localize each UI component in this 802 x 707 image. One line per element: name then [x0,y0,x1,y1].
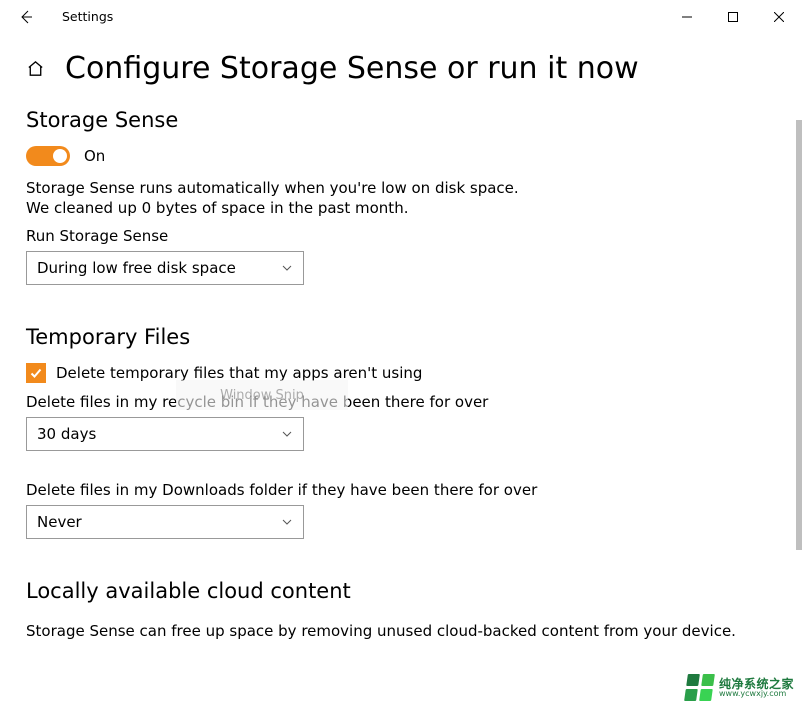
back-button[interactable] [0,0,52,33]
temporary-files-section: Temporary Files Delete temporary files t… [26,325,776,539]
watermark: 纯净系统之家 www.ycwxjy.com [686,674,794,701]
toggle-knob [53,149,67,163]
home-icon [26,59,45,78]
cloud-content-desc: Storage Sense can free up space by remov… [26,621,776,641]
storage-sense-section: Storage Sense On Storage Sense runs auto… [26,108,776,285]
page-header: Configure Storage Sense or run it now [26,51,776,86]
checkmark-icon [29,366,43,380]
cloud-content-section: Locally available cloud content Storage … [26,579,776,641]
watermark-line1: 纯净系统之家 [719,678,794,690]
back-arrow-icon [18,9,34,25]
chevron-down-icon [281,516,293,528]
storage-sense-toggle[interactable] [26,146,70,166]
titlebar: Settings [0,0,802,33]
close-button[interactable] [756,0,802,33]
close-icon [774,12,784,22]
delete-temp-label: Delete temporary files that my apps aren… [56,364,422,382]
downloads-label: Delete files in my Downloads folder if t… [26,481,776,499]
dropdown-value: During low free disk space [37,259,281,277]
delete-temp-checkbox-row: Delete temporary files that my apps aren… [26,363,776,383]
window-title: Settings [52,9,113,24]
run-storage-sense-dropdown[interactable]: During low free disk space [26,251,304,285]
toggle-state-label: On [84,147,105,165]
run-storage-sense-label: Run Storage Sense [26,227,776,245]
dropdown-value: 30 days [37,425,281,443]
storage-sense-toggle-row: On [26,146,776,166]
scrollbar[interactable] [796,120,802,550]
chevron-down-icon [281,262,293,274]
storage-sense-desc: Storage Sense runs automatically when yo… [26,178,776,219]
page-title: Configure Storage Sense or run it now [65,51,639,86]
watermark-logo-icon [684,674,715,701]
recycle-bin-label: Delete files in my recycle bin if they h… [26,393,776,411]
desc-line-2: We cleaned up 0 bytes of space in the pa… [26,199,408,217]
temporary-files-title: Temporary Files [26,325,776,349]
watermark-line2: www.ycwxjy.com [719,690,794,698]
maximize-button[interactable] [710,0,756,33]
desc-line-1: Storage Sense runs automatically when yo… [26,179,519,197]
dropdown-value: Never [37,513,281,531]
storage-sense-title: Storage Sense [26,108,776,132]
downloads-dropdown[interactable]: Never [26,505,304,539]
content-area: Configure Storage Sense or run it now St… [0,33,802,641]
maximize-icon [728,12,738,22]
chevron-down-icon [281,428,293,440]
recycle-bin-dropdown[interactable]: 30 days [26,417,304,451]
home-button[interactable] [26,59,45,78]
cloud-content-title: Locally available cloud content [26,579,776,603]
minimize-button[interactable] [664,0,710,33]
delete-temp-checkbox[interactable] [26,363,46,383]
minimize-icon [682,12,692,22]
